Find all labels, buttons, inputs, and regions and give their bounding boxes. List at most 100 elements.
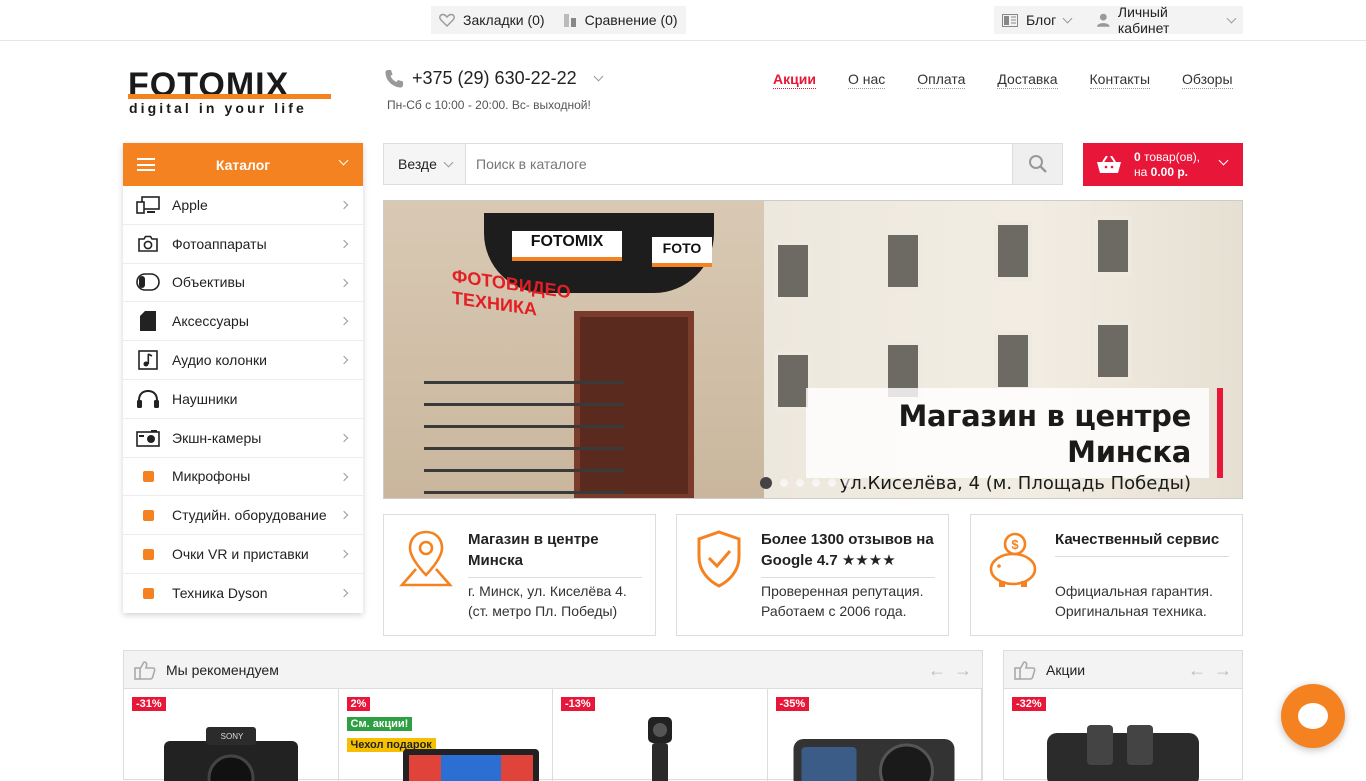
gimbal-camera-product-image: [647, 717, 672, 781]
chevron-right-icon: [339, 317, 349, 326]
cart-total-prefix: на: [1134, 164, 1151, 179]
thumbs-up-icon: [1014, 660, 1036, 680]
feature-title: Магазин в центре Минска: [468, 529, 642, 578]
map-pin-icon: [398, 529, 454, 589]
storefront-stairs: [424, 381, 624, 498]
discount-badge: -35%: [775, 697, 810, 711]
slider-dot[interactable]: [780, 479, 788, 487]
compare-link[interactable]: Сравнение (0): [563, 12, 678, 28]
svg-text:$: $: [1011, 537, 1019, 552]
arrow-right-icon[interactable]: →: [1214, 660, 1232, 681]
chat-widget-button[interactable]: [1281, 684, 1345, 748]
product-card[interactable]: -35%: [768, 689, 982, 781]
slider-dot[interactable]: [796, 479, 804, 487]
blog-label: Блог: [1026, 12, 1057, 28]
phone-block[interactable]: +375 (29) 630-22-22: [384, 68, 604, 89]
catalog-item-lenses[interactable]: Объективы: [123, 264, 363, 303]
slider-dot[interactable]: [828, 479, 836, 487]
action-camera-icon: [136, 427, 160, 449]
arrow-left-icon[interactable]: ←: [1188, 660, 1206, 681]
product-card[interactable]: -13%: [553, 689, 768, 781]
search-input[interactable]: [466, 144, 1012, 184]
catalog-item-microphones[interactable]: Микрофоны: [123, 458, 363, 497]
recommended-title: Мы рекомендуем: [166, 661, 279, 678]
search-scope-select[interactable]: Везде: [384, 144, 466, 184]
working-hours: Пн-Сб с 10:00 - 20:00. Вс- выходной!: [387, 98, 591, 112]
slider-dot[interactable]: [844, 479, 852, 487]
chevron-right-icon: [339, 278, 349, 287]
account-menu[interactable]: Личный кабинет: [1097, 4, 1237, 36]
banner-subtitle: ул.Киселёва, 4 (м. Площадь Победы): [839, 473, 1191, 494]
shield-check-icon: [691, 529, 747, 589]
arrow-right-icon[interactable]: →: [954, 660, 972, 681]
feature-card-reviews: Более 1300 отзывов на Google 4.7 ★★★★ Пр…: [676, 514, 949, 636]
phone-icon: [385, 69, 403, 87]
search-scope-label: Везде: [398, 156, 437, 172]
promo-title: Акции: [1046, 661, 1086, 678]
chevron-right-icon: [339, 433, 349, 443]
laptop-product-image: [402, 749, 539, 781]
building-window: [774, 241, 812, 301]
catalog-item-label: Фотоаппараты: [172, 235, 267, 252]
promo-section: Акции ← → -32%: [1003, 650, 1243, 781]
orange-square-icon: [142, 470, 154, 482]
site-logo[interactable]: FOTOMIX digital in your life: [128, 68, 333, 118]
blog-menu[interactable]: Блог: [1002, 12, 1073, 28]
cart-total: 0.00 р.: [1150, 164, 1188, 179]
search-button[interactable]: [1012, 144, 1062, 184]
catalog-title: Каталог: [215, 156, 271, 173]
awning-logo: FOTOMIX: [512, 231, 622, 261]
slider-dot[interactable]: [812, 479, 820, 487]
piggy-bank-icon: $: [985, 529, 1041, 589]
menu-item-contacts[interactable]: Контакты: [1089, 71, 1151, 89]
menu-item-promo[interactable]: Акции: [773, 71, 816, 89]
chevron-right-icon: [339, 511, 349, 520]
blog-icon: [1002, 13, 1018, 27]
banner-caption: Магазин в центре Минска ул.Киселёва, 4 (…: [806, 388, 1209, 494]
catalog-item-label: Аудио колонки: [172, 352, 267, 369]
catalog-item-dyson[interactable]: Техника Dyson: [123, 574, 363, 613]
catalog-item-action-cameras[interactable]: Экшн-камеры: [123, 419, 363, 458]
catalog-item-vr[interactable]: Очки VR и приставки: [123, 535, 363, 574]
menu-item-delivery[interactable]: Доставка: [997, 71, 1058, 89]
menu-item-payment[interactable]: Оплата: [917, 71, 966, 89]
discount-badge: -31%: [132, 697, 166, 711]
catalog-sidebar: Каталог Apple Фотоаппараты Объективы Акс…: [123, 143, 363, 613]
product-card[interactable]: -32%: [1004, 689, 1242, 781]
user-icon: [1097, 13, 1110, 27]
building-window: [884, 231, 922, 291]
arrow-left-icon[interactable]: ←: [928, 660, 946, 681]
cart-button[interactable]: 0 товар(ов), на 0.00 р.: [1083, 143, 1243, 186]
bookmarks-link[interactable]: Закладки (0): [439, 12, 545, 28]
catalog-item-speakers[interactable]: Аудио колонки: [123, 341, 363, 380]
thumbs-up-icon: [134, 660, 156, 680]
chevron-down-icon[interactable]: [593, 71, 604, 82]
product-card[interactable]: 2% См. акции! Чехол подарок: [339, 689, 553, 781]
product-card[interactable]: -31% SONY: [124, 689, 339, 781]
menu-item-about[interactable]: О нас: [847, 71, 886, 89]
chat-bubble-icon: [1298, 703, 1328, 729]
catalog-item-studio[interactable]: Студийн. оборудование: [123, 496, 363, 536]
catalog-toggle[interactable]: Каталог: [123, 143, 363, 186]
chevron-down-icon: [1226, 13, 1237, 23]
catalog-item-apple[interactable]: Apple: [123, 186, 363, 225]
menu-item-reviews[interactable]: Обзоры: [1182, 71, 1233, 89]
music-icon: [136, 349, 160, 371]
svg-text:SONY: SONY: [220, 732, 243, 741]
devices-icon: [136, 194, 160, 216]
hero-banner[interactable]: FOTOMIX FOTO ФОТОВИДЕО ТЕХНИКА Магазин в…: [383, 200, 1243, 499]
catalog-item-label: Студийн. оборудование: [172, 507, 327, 524]
chevron-right-icon: [339, 239, 349, 249]
headphones-icon: [136, 388, 160, 410]
chevron-right-icon: [339, 588, 349, 598]
top-center-links: Закладки (0) Сравнение (0): [431, 6, 686, 34]
chevron-down-icon: [443, 157, 454, 167]
cart-count-suffix: товар(ов),: [1140, 149, 1201, 164]
slider-dot[interactable]: [760, 477, 772, 489]
bookmarks-label: Закладки (0): [463, 12, 545, 28]
catalog-item-headphones[interactable]: Наушники: [123, 380, 363, 419]
catalog-item-cameras[interactable]: Фотоаппараты: [123, 225, 363, 264]
catalog-item-label: Объективы: [172, 274, 245, 291]
catalog-item-accessories[interactable]: Аксессуары: [123, 302, 363, 342]
catalog-item-label: Apple: [172, 196, 208, 213]
